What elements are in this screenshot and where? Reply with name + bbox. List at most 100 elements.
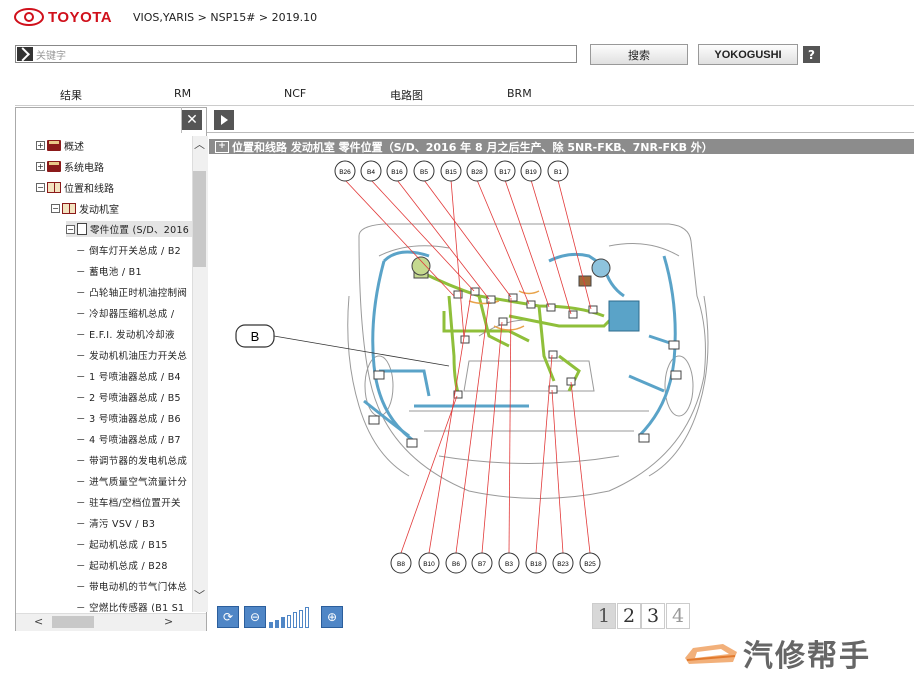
tree-item-parts-location[interactable]: − 零件位置 (S/D、2016 [66, 221, 192, 237]
bottom-connector-labels: B8 B10 B6 B7 B3 B18 B23 B25 [390, 552, 601, 574]
svg-text:B19: B19 [525, 169, 537, 176]
collapse-icon[interactable]: − [36, 182, 45, 192]
tree-leaf[interactable]: － 蓄电池 / B1 [76, 263, 142, 279]
tree-horizontal-scroll-thumb[interactable] [52, 616, 94, 628]
connector-label-b28[interactable]: B28 [466, 160, 488, 182]
zoom-level-bar[interactable] [293, 612, 297, 628]
zoom-level-bar[interactable] [275, 619, 279, 628]
collapse-icon[interactable]: − [66, 224, 75, 234]
connector-label-b18[interactable]: B18 [525, 552, 547, 574]
engine-room-diagram[interactable]: B B26 B4 B16 B5 B15 B28 B17 B19 B1 B8 B1… [209, 156, 914, 596]
collapse-icon[interactable]: − [51, 203, 60, 213]
zoom-level-bar[interactable] [269, 622, 273, 628]
tree-leaf[interactable]: － 起动机总成 / B28 [76, 557, 168, 573]
page-button-3[interactable]: 3 [641, 603, 665, 629]
tree-horizontal-scrollbar[interactable] [16, 613, 206, 631]
tab-results[interactable]: 结果 [60, 87, 82, 103]
tab-rm[interactable]: RM [174, 87, 191, 100]
diagram-title-bar: + 位置和线路 发动机室 零件位置（S/D、2016 年 8 月之后生产、除 5… [209, 139, 914, 154]
tree-leaf[interactable]: － 驻车档/空档位置开关 [76, 494, 181, 510]
car-logo-icon [685, 644, 737, 664]
tree-leaf[interactable]: － 倒车灯开关总成 / B2 [76, 242, 181, 258]
header-divider [15, 105, 914, 106]
connector-label-b19[interactable]: B19 [520, 160, 542, 182]
expand-icon[interactable]: + [36, 140, 45, 150]
connector-label-b4[interactable]: B4 [360, 160, 382, 182]
tree-leaf[interactable]: － 冷却器压缩机总成 / [76, 305, 174, 321]
play-button[interactable] [214, 110, 234, 130]
tab-wiring[interactable]: 电路图 [390, 87, 423, 103]
zoom-out-button[interactable]: ⊖ [244, 606, 266, 628]
search-button[interactable]: 搜索 [590, 44, 688, 65]
scroll-down-icon[interactable]: ﹀ [194, 587, 205, 603]
tree-item-location-routing[interactable]: − 位置和线路 [36, 179, 114, 195]
tree-filter-input[interactable] [15, 107, 182, 133]
connector-label-b8[interactable]: B8 [390, 552, 412, 574]
reset-view-button[interactable]: ⟳ [217, 606, 239, 628]
connector-label-b16[interactable]: B16 [386, 160, 408, 182]
tree-vertical-scroll-thumb[interactable] [193, 171, 206, 267]
tab-ncf[interactable]: NCF [284, 87, 306, 100]
connector-label-b3[interactable]: B3 [498, 552, 520, 574]
connector-label-b5[interactable]: B5 [413, 160, 435, 182]
zoom-out-icon: ⊖ [249, 610, 261, 624]
tree-item-label: 系统电路 [64, 162, 104, 174]
help-button[interactable]: ? [803, 46, 820, 63]
zoom-level-bar[interactable] [305, 607, 309, 628]
zoom-in-button[interactable]: ⊕ [321, 606, 343, 628]
scroll-up-icon[interactable]: ︿ [194, 136, 205, 152]
toyota-emblem-icon [14, 8, 44, 26]
expand-title-icon[interactable]: + [215, 140, 229, 153]
search-input[interactable]: 关键字 [15, 45, 577, 63]
book-icon [47, 160, 61, 172]
tree-leaf[interactable]: － 1 号喷油器总成 / B4 [76, 368, 181, 384]
tab-brm[interactable]: BRM [507, 87, 532, 100]
connector-label-b15[interactable]: B15 [440, 160, 462, 182]
breadcrumb: VIOS,YARIS > NSP15# > 2019.10 [133, 11, 318, 24]
scroll-left-icon[interactable]: < [34, 615, 43, 628]
expand-icon[interactable]: + [36, 161, 45, 171]
svg-text:B8: B8 [397, 561, 405, 568]
clear-filter-button[interactable]: ✕ [182, 110, 202, 130]
toyota-logo[interactable]: TOYOTA [14, 8, 112, 26]
tree-leaf[interactable]: － 4 号喷油器总成 / B7 [76, 431, 181, 447]
wire-harness-blue [363, 250, 680, 443]
tree-leaf[interactable]: － 进气质量空气流量计分 [76, 473, 187, 489]
zoom-level-indicator[interactable] [269, 606, 319, 628]
tree-leaf[interactable]: － E.F.I. 发动机冷却液 [76, 326, 175, 342]
svg-text:B1: B1 [554, 169, 562, 176]
connector-label-b1[interactable]: B1 [547, 160, 569, 182]
tree-leaf[interactable]: － 空燃比传感器 (B1 S1 [76, 599, 184, 612]
search-arrow-icon [17, 47, 33, 61]
connector-label-b7[interactable]: B7 [471, 552, 493, 574]
connector-label-b23[interactable]: B23 [552, 552, 574, 574]
svg-text:B3: B3 [505, 561, 513, 568]
page-button-1[interactable]: 1 [592, 603, 616, 629]
connector-label-b10[interactable]: B10 [418, 552, 440, 574]
open-book-icon [47, 181, 61, 193]
tree-leaf[interactable]: － 带调节器的发电机总成 [76, 452, 187, 468]
yokogushi-button[interactable]: YOKOGUSHI [698, 44, 798, 65]
connector-label-b17[interactable]: B17 [494, 160, 516, 182]
tree-leaf[interactable]: － 发动机机油压力开关总 [76, 347, 187, 363]
page-button-2[interactable]: 2 [617, 603, 641, 629]
svg-text:B15: B15 [445, 169, 457, 176]
tree-leaf[interactable]: － 起动机总成 / B15 [76, 536, 168, 552]
zoom-level-bar[interactable] [281, 617, 285, 628]
zoom-level-bar[interactable] [299, 609, 303, 628]
connector-label-b26[interactable]: B26 [334, 160, 356, 182]
tree-leaf[interactable]: － 凸轮轴正时机油控制阀 [76, 284, 187, 300]
zoom-level-bar[interactable] [287, 614, 291, 628]
tree-leaf[interactable]: － 3 号喷油器总成 / B6 [76, 410, 181, 426]
page-button-4[interactable]: 4 [666, 603, 690, 629]
tree-item-engine-room[interactable]: − 发动机室 [51, 200, 119, 216]
tree-leaf[interactable]: － 带电动机的节气门体总 [76, 578, 187, 594]
tree-item-system-circuits[interactable]: + 系统电路 [36, 158, 104, 174]
connector-label-b6[interactable]: B6 [445, 552, 467, 574]
tree-leaf[interactable]: － 2 号喷油器总成 / B5 [76, 389, 181, 405]
leader-lines-bottom [400, 293, 591, 554]
tree-leaf[interactable]: － 清污 VSV / B3 [76, 515, 155, 531]
tree-item-overview[interactable]: + 概述 [36, 137, 84, 153]
connector-label-b25[interactable]: B25 [579, 552, 601, 574]
scroll-right-icon[interactable]: > [164, 615, 173, 628]
